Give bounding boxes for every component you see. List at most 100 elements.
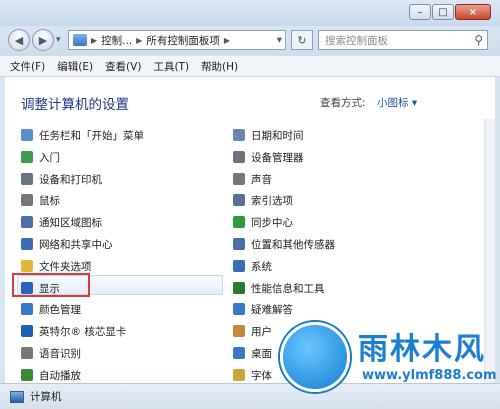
back-button[interactable]: ◀ [8,29,30,51]
page-title: 调整计算机的设置 [21,97,129,113]
back-arrow-icon: ◀ [14,33,24,47]
menu-view[interactable]: 查看(V) [105,59,141,74]
troubleshoot-icon [233,303,245,315]
cp-item-clock[interactable]: 日期和时间 [233,125,304,145]
sync-icon [233,216,245,228]
menu-edit[interactable]: 编辑(E) [57,59,93,74]
cp-item-desktop[interactable]: 桌面 [233,343,272,363]
cp-item-label: 入门 [39,151,60,164]
cp-item-label: 英特尔® 核芯显卡 [39,325,127,338]
breadcrumb-control-panel[interactable]: 控制... [101,33,132,48]
cp-item-location[interactable]: 位置和其他传感器 [233,234,335,254]
recent-pages-dropdown[interactable]: ▾ [56,35,61,45]
location-icon [233,238,245,250]
watermark: 雨林木风 www.ylmf888.com [270,316,500,408]
cp-item-font[interactable]: 字体 [233,365,272,385]
cp-item-notification[interactable]: 通知区域图标 [21,212,102,232]
cp-item-device-manager[interactable]: 设备管理器 [233,147,304,167]
close-button[interactable]: × [455,4,491,20]
index-icon [233,194,245,206]
cp-item-sync[interactable]: 同步中心 [233,212,293,232]
cp-item-printer[interactable]: 设备和打印机 [21,169,102,189]
menu-file[interactable]: 文件(F) [10,59,45,74]
watermark-url: www.ylmf888.com [362,368,497,383]
search-icon[interactable]: ⚲ [474,33,483,47]
cp-item-label: 性能信息和工具 [251,282,325,295]
cp-item-taskbar[interactable]: 任务栏和「开始」菜单 [21,125,144,145]
clock-icon [233,129,245,141]
cp-item-getting-started[interactable]: 入门 [21,147,60,167]
folder-icon [21,260,33,272]
maximize-button[interactable]: □ [432,4,454,20]
cp-item-label: 桌面 [251,347,272,360]
search-placeholder: 搜索控制面板 [325,34,388,47]
search-input[interactable]: 搜索控制面板 ⚲ [318,30,488,50]
autoplay-icon [21,369,33,381]
computer-icon [10,390,24,403]
getting-started-icon [21,151,33,163]
control-panel-window: – □ × ◀ ▶ ▾ ▶ 控制... ▶ 所有控制面板项 ▶ ▾ ↻ 搜索控制… [0,0,500,409]
watermark-title: 雨林木风 [358,332,486,367]
forward-arrow-icon: ▶ [38,33,48,47]
refresh-button[interactable]: ↻ [291,30,313,50]
minimize-button[interactable]: – [409,4,431,20]
cp-item-label: 任务栏和「开始」菜单 [39,129,144,142]
menu-help[interactable]: 帮助(H) [201,59,238,74]
cp-item-index[interactable]: 索引选项 [233,190,293,210]
cp-item-mouse[interactable]: 鼠标 [21,190,60,210]
refresh-icon: ↻ [297,33,307,47]
cp-item-label: 位置和其他传感器 [251,238,335,251]
microphone-icon [21,347,33,359]
status-label: 计算机 [30,391,62,403]
cp-item-autoplay[interactable]: 自动播放 [21,365,81,385]
printer-icon [21,173,33,185]
cp-item-color[interactable]: 颜色管理 [21,299,81,319]
cp-item-label: 字体 [251,369,272,382]
font-icon [233,369,245,381]
cp-item-user[interactable]: 用户 [233,321,272,341]
cp-item-network[interactable]: 网络和共享中心 [21,234,113,254]
system-icon [233,260,245,272]
breadcrumb-separator-icon[interactable]: ▶ [224,36,230,45]
address-dropdown-icon[interactable]: ▾ [277,34,282,46]
cp-item-label: 网络和共享中心 [39,238,113,251]
navigation-bar: ◀ ▶ ▾ ▶ 控制... ▶ 所有控制面板项 ▶ ▾ ↻ 搜索控制面板 ⚲ [0,26,500,56]
color-icon [21,303,33,315]
title-bar: – □ × [0,0,500,26]
user-icon [233,325,245,337]
cp-item-intel[interactable]: 英特尔® 核芯显卡 [21,321,126,341]
taskbar-icon [21,129,33,141]
view-by-dropdown[interactable]: 小图标 ▾ [377,95,417,110]
cp-item-performance[interactable]: 性能信息和工具 [233,278,325,298]
annotation-red-box [12,273,90,297]
breadcrumb-all-items[interactable]: 所有控制面板项 [146,33,220,48]
cp-item-label: 鼠标 [39,194,60,207]
cp-item-label: 声音 [251,173,272,186]
cp-item-label: 文件夹选项 [39,260,92,273]
menu-bar: 文件(F) 编辑(E) 查看(V) 工具(T) 帮助(H) [0,56,500,77]
view-by-label: 查看方式: [320,97,366,109]
forward-button[interactable]: ▶ [32,29,54,51]
cp-item-label: 日期和时间 [251,129,304,142]
notification-icon [21,216,33,228]
cp-item-system[interactable]: 系统 [233,256,272,276]
intel-icon [21,325,33,337]
speaker-icon [233,173,245,185]
address-bar[interactable]: ▶ 控制... ▶ 所有控制面板项 ▶ ▾ [68,30,286,50]
cp-item-microphone[interactable]: 语音识别 [21,343,81,363]
breadcrumb-separator-icon[interactable]: ▶ [136,36,142,45]
desktop-icon [233,347,245,359]
breadcrumb-root-arrow-icon[interactable]: ▶ [91,36,97,45]
cp-item-label: 系统 [251,260,272,273]
watermark-logo-icon [280,322,350,392]
cp-item-speaker[interactable]: 声音 [233,169,272,189]
control-panel-icon [73,34,87,46]
network-icon [21,238,33,250]
cp-item-label: 设备和打印机 [39,173,102,186]
menu-tools[interactable]: 工具(T) [153,59,189,74]
cp-item-label: 同步中心 [251,216,293,229]
cp-item-label: 通知区域图标 [39,216,102,229]
cp-item-label: 自动播放 [39,369,81,382]
device-manager-icon [233,151,245,163]
cp-item-label: 索引选项 [251,194,293,207]
